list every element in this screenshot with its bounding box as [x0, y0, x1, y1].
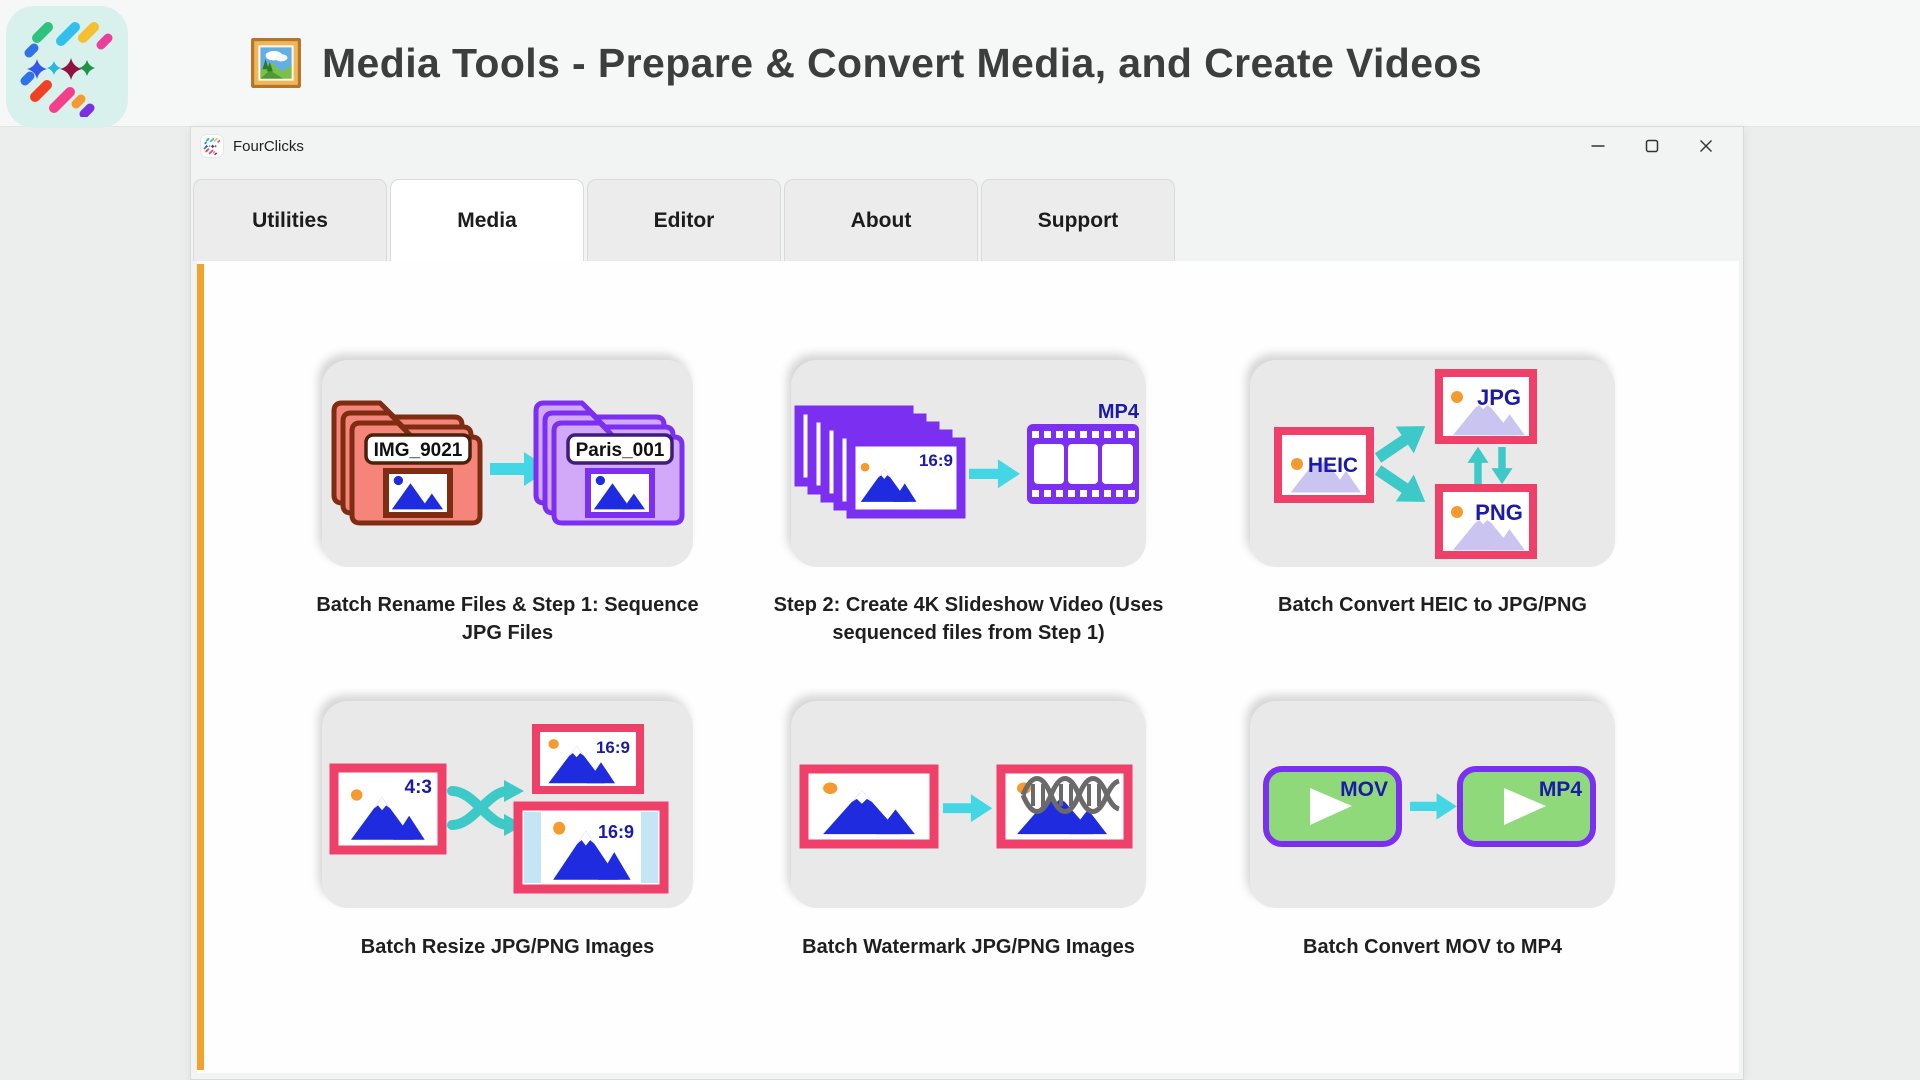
- left-accent-bar: [197, 264, 204, 1070]
- window-titlebar: FourClicks: [191, 127, 1743, 165]
- tab-utilities[interactable]: Utilities: [193, 179, 387, 261]
- maximize-button[interactable]: [1625, 127, 1679, 165]
- mp4-output-label: MP4: [1098, 401, 1140, 423]
- card-batch-rename[interactable]: IMG_9021 Paris_001: [322, 360, 693, 567]
- minimize-button[interactable]: [1571, 127, 1625, 165]
- tab-media-label: Media: [457, 209, 517, 233]
- fourclicks-titlebar-icon: [201, 135, 223, 157]
- source-folder-label: IMG_9021: [374, 440, 463, 461]
- tab-media[interactable]: Media: [390, 179, 584, 261]
- card-create-slideshow[interactable]: 16:9 MP4: [791, 360, 1146, 567]
- tab-support-label: Support: [1038, 209, 1118, 233]
- maximize-icon: [1645, 139, 1659, 153]
- heic-convert-icon: HEIC JPG PNG: [1250, 360, 1615, 567]
- aspect-4-3-label: 4:3: [405, 777, 432, 798]
- card-convert-heic-title: Batch Convert HEIC to JPG/PNG: [1230, 591, 1635, 619]
- card-batch-resize[interactable]: 4:3 16:9 16:9: [322, 701, 693, 908]
- tab-support[interactable]: Support: [981, 179, 1175, 261]
- page-title: Media Tools - Prepare & Convert Media, a…: [322, 40, 1482, 87]
- fourclicks-logo-art: [17, 17, 117, 117]
- mp4-label: MP4: [1539, 778, 1583, 801]
- card-batch-rename-title: Batch Rename Files & Step 1: Sequence JP…: [302, 591, 713, 647]
- mov-to-mp4-icon: MOV MP4: [1250, 701, 1615, 908]
- minimize-icon: [1591, 139, 1605, 153]
- card-batch-watermark-title: Batch Watermark JPG/PNG Images: [771, 933, 1166, 961]
- heic-label: HEIC: [1308, 454, 1358, 477]
- card-convert-mov-title: Batch Convert MOV to MP4: [1230, 933, 1635, 961]
- card-convert-heic[interactable]: HEIC JPG PNG: [1250, 360, 1615, 567]
- jpg-label: JPG: [1477, 385, 1521, 410]
- photos-to-video-icon: 16:9 MP4: [791, 360, 1146, 567]
- card-create-slideshow-title: Step 2: Create 4K Slideshow Video (Uses …: [771, 591, 1166, 647]
- app-window: FourClicks Utilities Media Editor About …: [190, 126, 1744, 1080]
- fourclicks-logo: [6, 6, 128, 128]
- target-folder-label: Paris_001: [576, 440, 665, 461]
- aspect-ratio-label: 16:9: [919, 451, 953, 470]
- window-title: FourClicks: [233, 138, 304, 155]
- resize-images-icon: 4:3 16:9 16:9: [322, 701, 693, 908]
- media-tab-content: IMG_9021 Paris_001 Batch Rename Files & …: [197, 261, 1739, 1073]
- card-convert-mov[interactable]: MOV MP4: [1250, 701, 1615, 908]
- mov-label: MOV: [1340, 778, 1388, 801]
- tab-editor-label: Editor: [654, 209, 715, 233]
- aspect-16-9-bottom-label: 16:9: [598, 822, 634, 842]
- tab-editor[interactable]: Editor: [587, 179, 781, 261]
- close-button[interactable]: [1679, 127, 1733, 165]
- tab-utilities-label: Utilities: [252, 209, 328, 233]
- tab-bar: Utilities Media Editor About Support: [193, 179, 1175, 261]
- card-batch-watermark[interactable]: [791, 701, 1146, 908]
- framed-picture-icon: [250, 37, 302, 89]
- png-label: PNG: [1475, 500, 1523, 525]
- watermark-image-icon: [791, 701, 1146, 908]
- folders-rename-icon: IMG_9021 Paris_001: [322, 360, 693, 567]
- card-batch-resize-title: Batch Resize JPG/PNG Images: [302, 933, 713, 961]
- aspect-16-9-top-label: 16:9: [596, 738, 630, 757]
- tab-about-label: About: [851, 209, 912, 233]
- tab-about[interactable]: About: [784, 179, 978, 261]
- close-icon: [1699, 139, 1713, 153]
